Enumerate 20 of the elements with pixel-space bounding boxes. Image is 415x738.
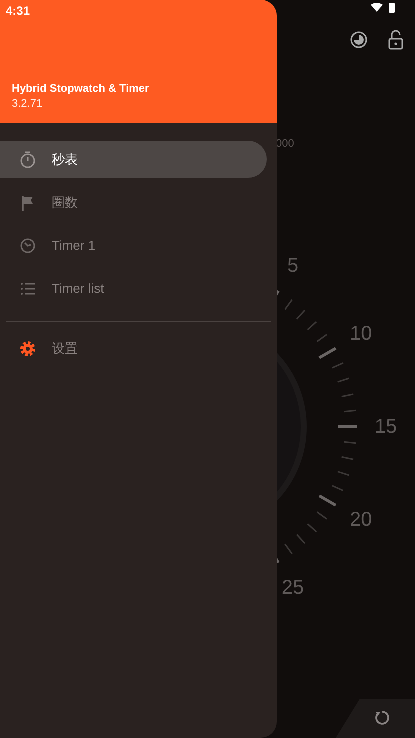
app-version: 3.2.71 xyxy=(12,97,44,112)
lock-icon[interactable] xyxy=(388,30,404,50)
dial-number: 15 xyxy=(374,416,398,438)
drawer-item[interactable]: 秒表 xyxy=(0,141,267,178)
status-time: 4:31 xyxy=(6,3,30,20)
status-icons xyxy=(370,2,398,14)
theme-icon[interactable] xyxy=(350,31,368,49)
drawer-item[interactable]: Timer 1 xyxy=(0,227,267,264)
dial-caption: 000 xyxy=(276,137,294,152)
dial-number: 10 xyxy=(350,323,372,345)
dial-number: 20 xyxy=(350,509,372,531)
drawer-item[interactable]: Timer list xyxy=(0,270,267,307)
drawer-item[interactable]: 设置 xyxy=(0,330,267,367)
dial-number: 25 xyxy=(282,577,304,600)
app-name: Hybrid Stopwatch & Timer xyxy=(12,82,150,96)
dial-number: 5 xyxy=(287,254,299,277)
drawer-item[interactable]: 圈数 xyxy=(0,184,267,221)
settings-icon xyxy=(18,338,38,358)
reset-icon[interactable] xyxy=(374,710,390,726)
stopwatch-icon xyxy=(18,150,38,170)
